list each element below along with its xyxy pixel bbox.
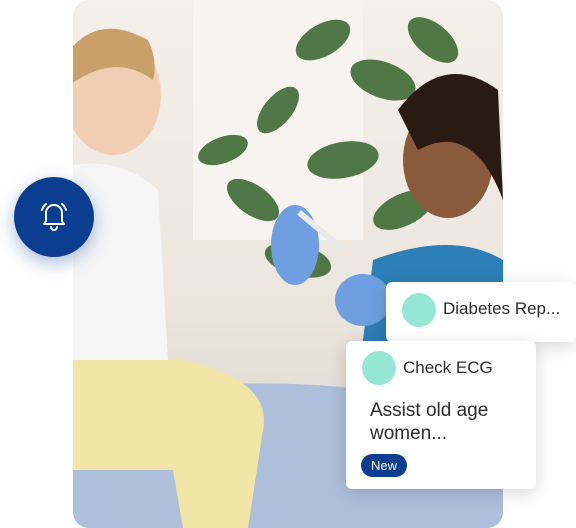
- bell-icon: [37, 198, 71, 237]
- card-description: Assist old age women...: [370, 400, 489, 444]
- avatar: [362, 351, 396, 385]
- notification-button[interactable]: [14, 177, 94, 257]
- notification-card-diabetes[interactable]: Diabetes Rep...: [386, 282, 576, 342]
- notification-card-ecg[interactable]: Check ECG Assist old age women... New: [346, 341, 536, 489]
- avatar: [402, 293, 436, 327]
- card-title: Check ECG: [403, 358, 493, 377]
- card-title: Diabetes Rep...: [443, 299, 561, 318]
- status-badge: New: [361, 454, 408, 477]
